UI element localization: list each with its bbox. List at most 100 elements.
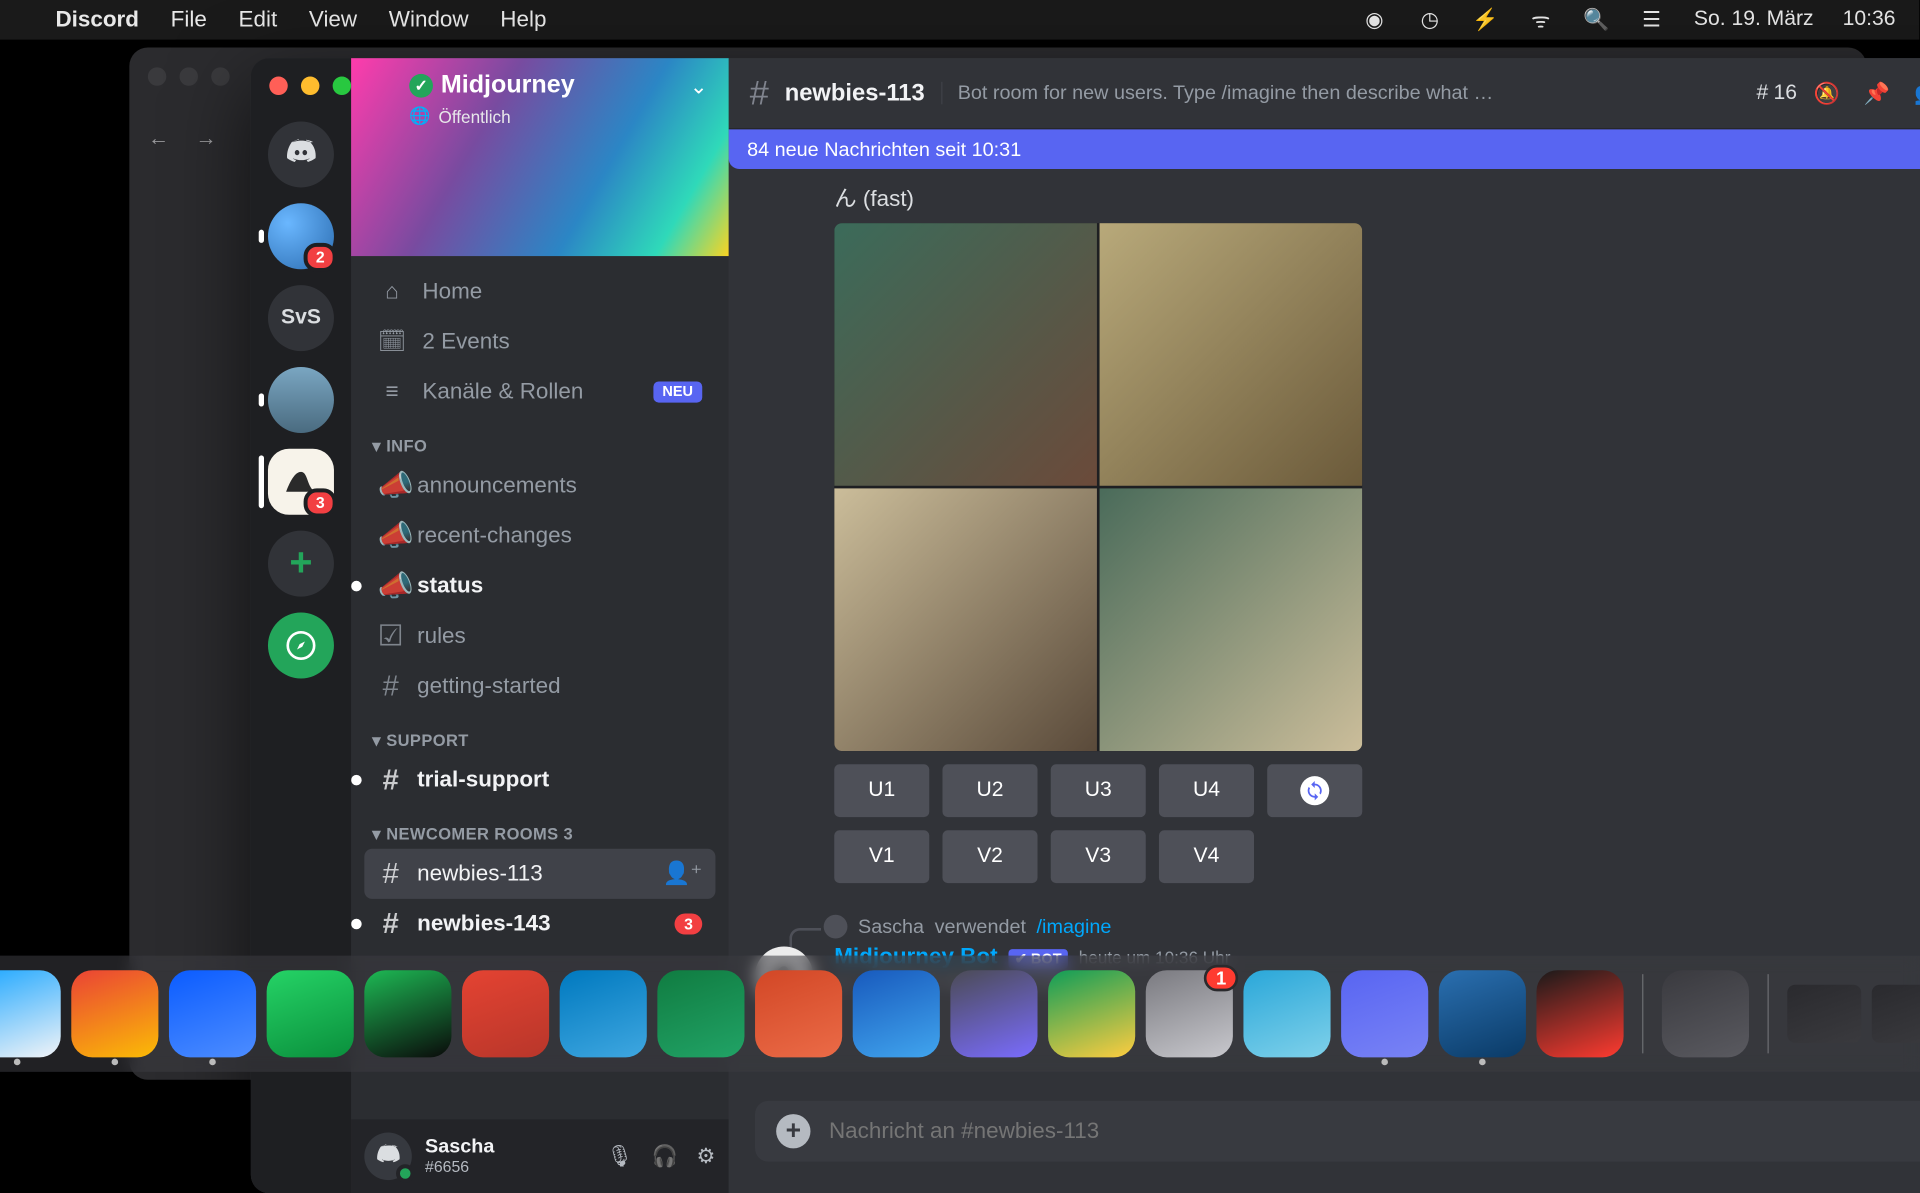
server-banner[interactable]: ✓ Midjourney 🌐 Öffentlich ⌄ bbox=[351, 58, 729, 256]
menubar-date[interactable]: So. 19. März bbox=[1694, 8, 1814, 32]
nav-home[interactable]: ⌂ Home bbox=[364, 267, 715, 317]
deafen-button[interactable]: 🎧 bbox=[652, 1143, 678, 1169]
u2-button[interactable]: U2 bbox=[942, 764, 1037, 817]
hash-icon: # bbox=[750, 73, 769, 114]
v4-button[interactable]: V4 bbox=[1159, 830, 1254, 883]
user-avatar[interactable] bbox=[364, 1133, 412, 1181]
mute-mic-button[interactable]: 🎙 bbox=[606, 1143, 633, 1169]
server-item[interactable]: 2 bbox=[268, 203, 334, 269]
dock-app-powerpoint[interactable] bbox=[755, 970, 842, 1057]
channel-announcements[interactable]: 📣announcements bbox=[364, 461, 715, 511]
new-messages-bar[interactable]: 84 neue Nachrichten seit 10:31 Als geles… bbox=[729, 129, 1920, 169]
menubar-item-file[interactable]: File bbox=[171, 7, 207, 33]
u1-button[interactable]: U1 bbox=[834, 764, 929, 817]
reply-context[interactable]: Sascha verwendet /imagine bbox=[755, 915, 1920, 939]
dock-app-settings[interactable]: 1 bbox=[1146, 970, 1233, 1057]
menubar-item-edit[interactable]: Edit bbox=[239, 7, 278, 33]
dock-app-word[interactable] bbox=[853, 970, 940, 1057]
dock-app-voicememos[interactable] bbox=[1536, 970, 1623, 1057]
wifi-icon[interactable]: ᯤ bbox=[1528, 7, 1554, 33]
attach-button[interactable]: + bbox=[776, 1114, 810, 1148]
menubar-app-name[interactable]: Discord bbox=[55, 7, 139, 33]
dock-app-min2[interactable] bbox=[1872, 985, 1920, 1043]
close-window-button[interactable] bbox=[269, 77, 287, 95]
menubar-item-help[interactable]: Help bbox=[500, 7, 546, 33]
dock-app-chrome[interactable] bbox=[71, 970, 158, 1057]
channel-getting-started[interactable]: #getting-started bbox=[364, 661, 715, 711]
stopwatch-icon[interactable]: ◷ bbox=[1417, 7, 1443, 33]
user-settings-button[interactable]: ⚙ bbox=[697, 1143, 716, 1169]
composer: + 🎁 GIF 🗂 😀 bbox=[729, 1101, 1920, 1193]
threads-button[interactable]: # 16 bbox=[1760, 76, 1794, 110]
members-button[interactable]: 👥 bbox=[1910, 76, 1920, 110]
dock-app-trello[interactable] bbox=[560, 970, 647, 1057]
dock-app-whatsapp[interactable] bbox=[267, 970, 354, 1057]
explore-servers-button[interactable] bbox=[268, 612, 334, 678]
dock-app-zoom[interactable] bbox=[169, 970, 256, 1057]
dock-app-safari[interactable] bbox=[0, 970, 61, 1057]
menubar-item-view[interactable]: View bbox=[309, 7, 357, 33]
category-newcomer[interactable]: ▾ NEWCOMER ROOMS 3 bbox=[364, 805, 715, 849]
message-input[interactable] bbox=[829, 1118, 1920, 1144]
nav-channels-roles[interactable]: ≡ Kanäle & Rollen NEU bbox=[364, 367, 715, 417]
channel-status[interactable]: 📣status bbox=[364, 561, 715, 611]
add-people-icon[interactable]: 👤⁺ bbox=[662, 861, 702, 887]
menubar-item-window[interactable]: Window bbox=[389, 7, 469, 33]
forward-icon[interactable]: → bbox=[195, 128, 216, 152]
channel-newbies-113[interactable]: #newbies-113👤⁺ bbox=[364, 849, 715, 899]
channel-recent-changes[interactable]: 📣recent-changes bbox=[364, 511, 715, 561]
reroll-button[interactable] bbox=[1267, 764, 1362, 817]
channel-trial-support[interactable]: #trial-support bbox=[364, 755, 715, 805]
dock-app-globe[interactable] bbox=[1243, 970, 1330, 1057]
battery-icon[interactable]: ⚡ bbox=[1472, 7, 1498, 33]
channel-rules[interactable]: ☑rules bbox=[364, 611, 715, 661]
channel-newbies-143[interactable]: #newbies-1433 bbox=[364, 899, 715, 949]
chevron-down-icon[interactable]: ⌄ bbox=[690, 74, 708, 100]
globe-icon: 🌐 bbox=[409, 106, 430, 127]
reply-verb: verwendet bbox=[935, 915, 1026, 937]
v2-button[interactable]: V2 bbox=[942, 830, 1037, 883]
spotlight-icon[interactable]: 🔍 bbox=[1583, 7, 1609, 33]
notifications-button[interactable]: 🔕 bbox=[1810, 76, 1844, 110]
category-support[interactable]: ▾ SUPPORT bbox=[364, 711, 715, 755]
dock-app-spotify[interactable] bbox=[364, 970, 451, 1057]
compass-icon bbox=[285, 630, 317, 662]
server-item-svs[interactable]: SvS bbox=[268, 285, 334, 351]
minimize-window-button[interactable] bbox=[301, 77, 319, 95]
dock-app-imovie[interactable] bbox=[950, 970, 1037, 1057]
dock-app-discord[interactable] bbox=[1341, 970, 1428, 1057]
menubar-time[interactable]: 10:36 bbox=[1843, 8, 1896, 32]
channel-topic[interactable]: Bot room for new users. Type /imagine th… bbox=[941, 82, 1495, 104]
v1-button[interactable]: V1 bbox=[834, 830, 929, 883]
u3-button[interactable]: U3 bbox=[1051, 764, 1146, 817]
dock-app-excel[interactable] bbox=[657, 970, 744, 1057]
active-pill bbox=[259, 455, 264, 508]
server-home[interactable] bbox=[268, 121, 334, 187]
back-icon[interactable]: ← bbox=[148, 128, 169, 152]
pinned-button[interactable]: 📌 bbox=[1860, 76, 1894, 110]
image-cell-2[interactable] bbox=[1100, 223, 1363, 486]
dock-app-min1[interactable] bbox=[1787, 985, 1861, 1043]
maximize-window-button[interactable] bbox=[333, 77, 351, 95]
dock-app-todoist[interactable] bbox=[462, 970, 549, 1057]
dock-app-drive[interactable] bbox=[1048, 970, 1135, 1057]
image-cell-4[interactable] bbox=[1100, 488, 1363, 751]
add-server-button[interactable]: + bbox=[268, 531, 334, 597]
image-grid[interactable] bbox=[834, 223, 1362, 751]
v3-button[interactable]: V3 bbox=[1051, 830, 1146, 883]
image-cell-1[interactable] bbox=[834, 223, 1097, 486]
control-center-icon[interactable]: ☰ bbox=[1638, 7, 1664, 33]
server-item[interactable] bbox=[268, 367, 334, 433]
window-traffic-lights bbox=[269, 77, 351, 95]
record-icon[interactable]: ◉ bbox=[1361, 7, 1387, 33]
server-midjourney[interactable]: 3 bbox=[268, 449, 334, 515]
dock-app-quicktime[interactable] bbox=[1439, 970, 1526, 1057]
nav-events[interactable]: 🗓 2 Events bbox=[364, 317, 715, 367]
dock-app-screenshot[interactable] bbox=[1662, 970, 1749, 1057]
u4-button[interactable]: U4 bbox=[1159, 764, 1254, 817]
category-info[interactable]: ▾ INFO bbox=[364, 417, 715, 461]
unread-dot bbox=[351, 581, 362, 592]
app-icon bbox=[824, 915, 848, 939]
image-cell-3[interactable] bbox=[834, 488, 1097, 751]
user-tag: #6656 bbox=[425, 1159, 494, 1176]
